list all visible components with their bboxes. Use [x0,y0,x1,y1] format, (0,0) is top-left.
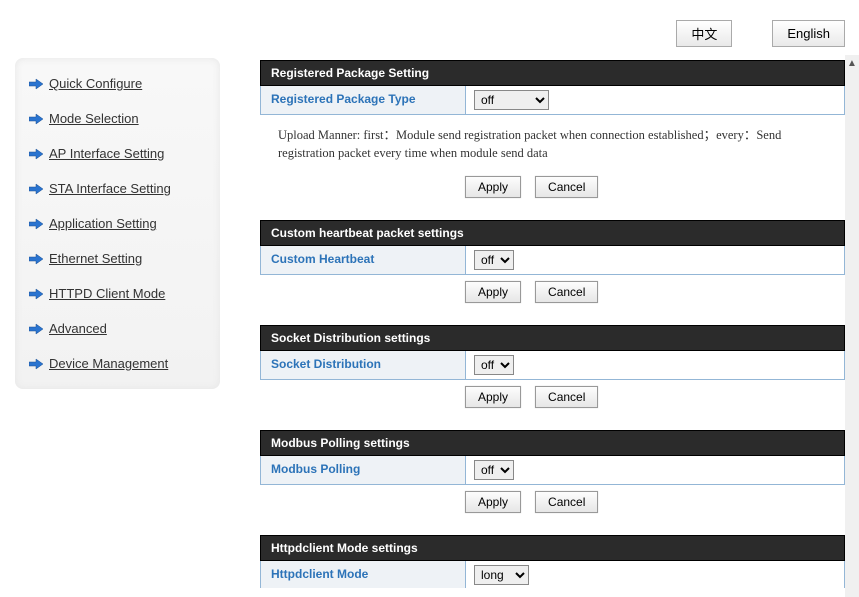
socket-distribution-select[interactable]: off [474,355,514,375]
sidebar-item-ap-interface[interactable]: AP Interface Setting [29,146,210,161]
button-row: Apply Cancel [260,380,845,418]
sidebar-item-label: Quick Configure [49,76,142,91]
cancel-button[interactable]: Cancel [535,491,598,513]
sidebar-item-mode-selection[interactable]: Mode Selection [29,111,210,126]
section-httpdclient-mode: Httpdclient Mode settings Httpdclient Mo… [260,535,845,588]
sidebar-item-httpd-client[interactable]: HTTPD Client Mode [29,286,210,301]
arrow-right-icon [29,288,43,300]
sidebar: Quick Configure Mode Selection AP Interf… [15,58,220,389]
apply-button[interactable]: Apply [465,281,521,303]
button-row: Apply Cancel [260,275,845,313]
setting-value: off [466,351,844,379]
sidebar-item-application[interactable]: Application Setting [29,216,210,231]
language-bar: 中文 English [676,20,845,47]
sidebar-item-label: Mode Selection [49,111,139,126]
lang-cn-button[interactable]: 中文 [676,20,732,47]
sidebar-item-label: Application Setting [49,216,157,231]
button-row: Apply Cancel [260,170,845,208]
httpdclient-mode-select[interactable]: long [474,565,529,585]
setting-row: Socket Distribution off [260,351,845,380]
setting-label: Custom Heartbeat [261,246,466,274]
setting-row: Registered Package Type off [260,86,845,115]
scrollbar[interactable]: ▲ [845,55,859,597]
sidebar-item-label: Advanced [49,321,107,336]
setting-row: Custom Heartbeat off [260,246,845,275]
setting-value: off [466,456,844,484]
section-header: Socket Distribution settings [260,325,845,351]
sidebar-item-label: HTTPD Client Mode [49,286,165,301]
setting-label: Socket Distribution [261,351,466,379]
button-row: Apply Cancel [260,485,845,523]
setting-label: Registered Package Type [261,86,466,114]
cancel-button[interactable]: Cancel [535,281,598,303]
section-socket-distribution: Socket Distribution settings Socket Dist… [260,325,845,418]
setting-label: Httpdclient Mode [261,561,466,588]
section-header: Modbus Polling settings [260,430,845,456]
content-wrap: Quick Configure Mode Selection AP Interf… [5,48,845,597]
sidebar-item-label: Ethernet Setting [49,251,142,266]
registered-package-type-select[interactable]: off [474,90,549,110]
setting-row: Httpdclient Mode long [260,561,845,588]
lang-en-button[interactable]: English [772,20,845,47]
arrow-right-icon [29,183,43,195]
apply-button[interactable]: Apply [465,491,521,513]
sidebar-item-device-management[interactable]: Device Management [29,356,210,371]
cancel-button[interactable]: Cancel [535,176,598,198]
setting-label: Modbus Polling [261,456,466,484]
section-header: Custom heartbeat packet settings [260,220,845,246]
setting-value: long [466,561,844,588]
custom-heartbeat-select[interactable]: off [474,250,514,270]
arrow-right-icon [29,323,43,335]
section-modbus-polling: Modbus Polling settings Modbus Polling o… [260,430,845,523]
sidebar-item-label: Device Management [49,356,168,371]
arrow-right-icon [29,218,43,230]
modbus-polling-select[interactable]: off [474,460,514,480]
section-custom-heartbeat: Custom heartbeat packet settings Custom … [260,220,845,313]
sidebar-item-quick-configure[interactable]: Quick Configure [29,76,210,91]
setting-value: off [466,246,844,274]
sidebar-item-label: AP Interface Setting [49,146,164,161]
setting-value: off [466,86,844,114]
sidebar-item-label: STA Interface Setting [49,181,171,196]
arrow-right-icon [29,358,43,370]
apply-button[interactable]: Apply [465,176,521,198]
upload-manner-note: Upload Manner: first：Module send registr… [260,115,845,170]
cancel-button[interactable]: Cancel [535,386,598,408]
section-header: Registered Package Setting [260,60,845,86]
section-registered-package: Registered Package Setting Registered Pa… [260,60,845,208]
main-panel: Registered Package Setting Registered Pa… [220,48,845,588]
scroll-up-icon[interactable]: ▲ [845,55,859,71]
apply-button[interactable]: Apply [465,386,521,408]
sidebar-item-advanced[interactable]: Advanced [29,321,210,336]
arrow-right-icon [29,113,43,125]
sidebar-item-ethernet[interactable]: Ethernet Setting [29,251,210,266]
setting-row: Modbus Polling off [260,456,845,485]
section-header: Httpdclient Mode settings [260,535,845,561]
arrow-right-icon [29,253,43,265]
sidebar-item-sta-interface[interactable]: STA Interface Setting [29,181,210,196]
arrow-right-icon [29,78,43,90]
arrow-right-icon [29,148,43,160]
